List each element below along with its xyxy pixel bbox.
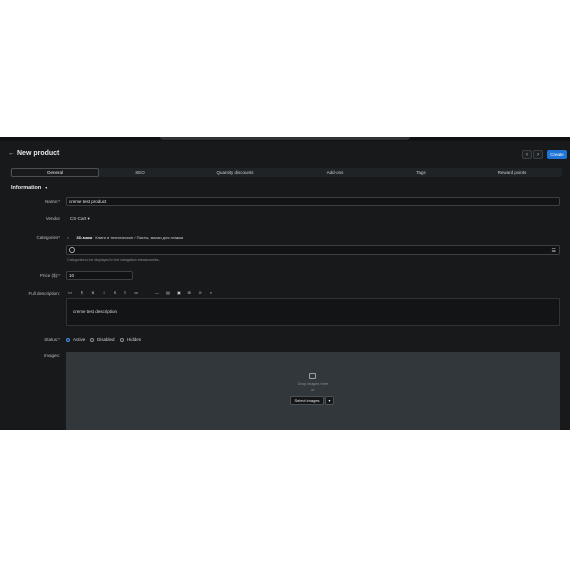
- image-icon[interactable]: ▣: [175, 289, 183, 296]
- images-label: Images:: [43, 353, 60, 358]
- price-label: Price ($):*: [39, 273, 60, 278]
- vendor-select[interactable]: CS-Cart ▾: [70, 216, 90, 222]
- next-button[interactable]: ›: [533, 150, 543, 159]
- page-title: New product: [17, 150, 60, 157]
- strikethrough-icon[interactable]: S: [111, 289, 119, 296]
- tab-tags[interactable]: Tags: [386, 168, 456, 177]
- tab-reward-points[interactable]: Reward points: [477, 168, 547, 177]
- category-name: 3D-маки: [76, 235, 93, 240]
- page-header: ← New product ‹ › Create: [0, 141, 570, 167]
- tab-bar: General SEO Quantity discounts Add-ons T…: [10, 168, 562, 177]
- chevron-down-icon: ▾: [45, 185, 48, 190]
- tab-general[interactable]: General: [11, 168, 99, 177]
- paragraph-icon[interactable]: ¶: [78, 289, 86, 296]
- price-input[interactable]: 10: [66, 271, 133, 280]
- search-icon: [69, 247, 75, 253]
- bold-icon[interactable]: B: [89, 289, 97, 296]
- description-editor[interactable]: creme test description: [66, 298, 560, 326]
- ordered-list-icon[interactable]: ≔: [132, 289, 140, 296]
- name-label: Name:*: [44, 199, 60, 204]
- category-search-input[interactable]: ☰: [66, 245, 560, 255]
- select-images-button[interactable]: Select images: [290, 396, 324, 405]
- prev-button[interactable]: ‹: [522, 150, 532, 159]
- video-icon[interactable]: ⊙: [196, 289, 204, 296]
- back-arrow-icon[interactable]: ←: [8, 150, 15, 157]
- radio-checked-icon: [66, 337, 70, 342]
- status-active[interactable]: Active: [66, 337, 85, 342]
- status-active-label: Active: [73, 337, 86, 342]
- status-hidden-label: Hidden: [127, 337, 142, 342]
- vendor-label: Vendor: [45, 216, 60, 221]
- remove-category-icon[interactable]: ×: [67, 235, 69, 240]
- table-icon[interactable]: ⊞: [185, 289, 193, 296]
- code-view-icon[interactable]: <>: [66, 289, 74, 296]
- status-hidden[interactable]: Hidden: [120, 337, 141, 342]
- list-icon[interactable]: ☰: [552, 248, 556, 255]
- create-button[interactable]: Create: [547, 150, 567, 159]
- name-input[interactable]: creme test product: [66, 197, 560, 206]
- unordered-list-icon[interactable]: ≡: [121, 289, 129, 296]
- tab-quantity-discounts[interactable]: Quantity discounts: [200, 168, 270, 177]
- italic-icon[interactable]: I: [100, 289, 108, 296]
- align-icon[interactable]: ▤: [164, 289, 172, 296]
- description-text: creme test description: [73, 309, 118, 314]
- categories-hint: Categories to be displayed in the naviga…: [67, 258, 160, 262]
- radio-icon: [90, 337, 94, 342]
- or-text: or: [311, 388, 315, 392]
- tab-add-ons[interactable]: Add-ons: [300, 168, 370, 177]
- radio-icon: [120, 337, 124, 342]
- description-label: Full description:: [28, 291, 60, 296]
- image-placeholder-icon: [309, 373, 316, 379]
- status-disabled[interactable]: Disabled: [90, 337, 115, 342]
- category-chip: × 3D-маки Книги и техническое / Пасты, мас…: [67, 235, 183, 240]
- product-editor: ← New product ‹ › Create General SEO Qua…: [0, 141, 570, 430]
- find-icon[interactable]: ⌕: [207, 289, 215, 296]
- status-label: Status:*: [44, 337, 60, 342]
- image-dropzone[interactable]: Drop images here or Select images ▾: [66, 352, 560, 430]
- tab-seo[interactable]: SEO: [105, 168, 175, 177]
- section-information[interactable]: Information ▾: [11, 185, 47, 191]
- drop-text: Drop images here: [297, 382, 329, 386]
- status-disabled-label: Disabled: [97, 337, 115, 342]
- category-path: Книги и техническое / Пасты, маски для г…: [95, 235, 184, 240]
- window-top-bar: [160, 137, 410, 140]
- chevron-down-icon[interactable]: ▾: [325, 396, 334, 405]
- horizontal-rule-icon[interactable]: —: [153, 289, 161, 296]
- section-title: Information: [11, 185, 42, 191]
- categories-label: Categories*: [36, 235, 60, 240]
